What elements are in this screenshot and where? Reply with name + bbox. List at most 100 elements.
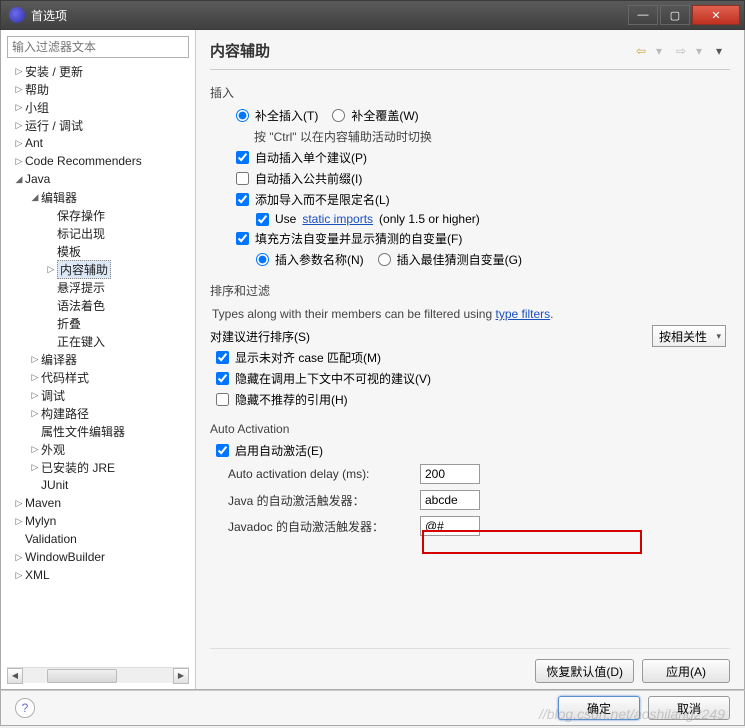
tree-item-label: 语法着色 (57, 297, 105, 314)
help-icon[interactable]: ? (15, 698, 35, 718)
tree-item[interactable]: ▷外观 (7, 440, 189, 458)
expand-icon[interactable]: ▷ (29, 372, 41, 383)
tree-item[interactable]: ▷构建路径 (7, 404, 189, 422)
sort-combo[interactable]: 按相关性 (652, 325, 726, 347)
java-trigger-input[interactable] (420, 490, 480, 510)
tree-item[interactable]: ◢编辑器 (7, 188, 189, 206)
tree-item[interactable]: ▷Validation (7, 530, 189, 548)
scroll-thumb[interactable] (47, 669, 117, 683)
tree-item[interactable]: ▷XML (7, 566, 189, 584)
show-camel-checkbox[interactable] (216, 351, 229, 364)
expand-icon[interactable]: ▷ (29, 408, 41, 419)
expand-icon[interactable]: ◢ (13, 174, 25, 185)
tree-item[interactable]: ▷折叠 (7, 314, 189, 332)
auto-insert-prefix-checkbox[interactable] (236, 172, 249, 185)
tree-item[interactable]: ▷已安装的 JRE (7, 458, 189, 476)
insert-param-names-radio[interactable] (256, 253, 269, 266)
insert-best-guess-radio[interactable] (378, 253, 391, 266)
cancel-button[interactable]: 取消 (648, 696, 730, 720)
insert-best-guess-label: 插入最佳猜测自变量(G) (397, 251, 522, 268)
tree-item[interactable]: ▷帮助 (7, 80, 189, 98)
insert-param-names-label: 插入参数名称(N) (275, 251, 364, 268)
tree-item[interactable]: ▷安装 / 更新 (7, 62, 189, 80)
maximize-button[interactable]: ▢ (660, 5, 690, 25)
restore-defaults-button[interactable]: 恢复默认值(D) (535, 659, 634, 683)
expand-icon[interactable]: ▷ (13, 120, 25, 131)
expand-icon[interactable]: ▷ (29, 390, 41, 401)
expand-icon[interactable]: ▷ (13, 156, 25, 167)
tree-item[interactable]: ▷JUnit (7, 476, 189, 494)
tree-item[interactable]: ▷语法着色 (7, 296, 189, 314)
expand-icon[interactable]: ▷ (29, 462, 41, 473)
fill-args-checkbox[interactable] (236, 232, 249, 245)
tree-item[interactable]: ◢Java (7, 170, 189, 188)
filter-input[interactable] (7, 36, 189, 58)
auto-insert-single-checkbox[interactable] (236, 151, 249, 164)
typefilter-post: . (550, 307, 553, 321)
tree-item[interactable]: ▷编译器 (7, 350, 189, 368)
tree-item[interactable]: ▷模板 (7, 242, 189, 260)
view-menu-icon[interactable]: ▾ (716, 44, 730, 58)
tree-item[interactable]: ▷运行 / 调试 (7, 116, 189, 134)
tree-item[interactable]: ▷标记出现 (7, 224, 189, 242)
completion-insert-radio[interactable] (236, 109, 249, 122)
tree-item[interactable]: ▷Mylyn (7, 512, 189, 530)
tree-item[interactable]: ▷正在键入 (7, 332, 189, 350)
javadoc-trigger-input[interactable] (420, 516, 480, 536)
ok-button[interactable]: 确定 (558, 696, 640, 720)
expand-icon[interactable]: ▷ (13, 516, 25, 527)
add-import-checkbox[interactable] (236, 193, 249, 206)
expand-icon[interactable]: ▷ (13, 102, 25, 113)
back-menu-icon[interactable]: ▾ (656, 44, 670, 58)
expand-icon[interactable]: ▷ (13, 570, 25, 581)
tree-item[interactable]: ▷悬浮提示 (7, 278, 189, 296)
expand-icon[interactable]: ◢ (29, 192, 41, 203)
tree-item[interactable]: ▷调试 (7, 386, 189, 404)
expand-icon[interactable]: ▷ (13, 498, 25, 509)
tree-item[interactable]: ▷WindowBuilder (7, 548, 189, 566)
minimize-button[interactable]: — (628, 5, 658, 25)
expand-icon[interactable]: ▷ (29, 444, 41, 455)
tree-item[interactable]: ▷Ant (7, 134, 189, 152)
expand-icon[interactable]: ▷ (29, 354, 41, 365)
tree-item-label: 已安装的 JRE (41, 459, 115, 476)
static-imports-link[interactable]: static imports (302, 212, 373, 226)
hide-deprecated-checkbox[interactable] (216, 393, 229, 406)
tree-item-label: Ant (25, 136, 43, 150)
static-imports-checkbox[interactable] (256, 213, 269, 226)
tree-hscroll[interactable]: ◀ ▶ (7, 667, 189, 683)
typefilter-link[interactable]: type filters (495, 307, 550, 321)
tree-item-label: 正在键入 (57, 333, 105, 350)
tree-item[interactable]: ▷保存操作 (7, 206, 189, 224)
expand-icon[interactable]: ▷ (45, 264, 57, 275)
close-button[interactable]: ✕ (692, 5, 740, 25)
tree-item[interactable]: ▷代码样式 (7, 368, 189, 386)
expand-icon[interactable]: ▷ (13, 552, 25, 563)
tree-item-label: Mylyn (25, 514, 56, 528)
scroll-right-button[interactable]: ▶ (173, 668, 189, 684)
completion-overwrite-radio[interactable] (332, 109, 345, 122)
forward-icon[interactable]: ⇨ (676, 44, 690, 58)
tree-item[interactable]: ▷Maven (7, 494, 189, 512)
apply-button[interactable]: 应用(A) (642, 659, 730, 683)
hide-invisible-checkbox[interactable] (216, 372, 229, 385)
tree-item[interactable]: ▷小组 (7, 98, 189, 116)
preference-tree[interactable]: ▷安装 / 更新▷帮助▷小组▷运行 / 调试▷Ant▷Code Recommen… (7, 58, 189, 667)
tree-item[interactable]: ▷属性文件编辑器 (7, 422, 189, 440)
expand-icon[interactable]: ▷ (13, 84, 25, 95)
delay-input[interactable] (420, 464, 480, 484)
app-icon (9, 7, 25, 23)
enable-auto-checkbox[interactable] (216, 444, 229, 457)
tree-item-label: 折叠 (57, 315, 81, 332)
tree-item-label: 调试 (41, 387, 65, 404)
tree-item[interactable]: ▷Code Recommenders (7, 152, 189, 170)
back-icon[interactable]: ⇦ (636, 44, 650, 58)
tree-item-label: 编译器 (41, 351, 77, 368)
expand-icon[interactable]: ▷ (13, 138, 25, 149)
static-imports-pre: Use (275, 212, 296, 226)
expand-icon[interactable]: ▷ (13, 66, 25, 77)
tree-item[interactable]: ▷内容辅助 (7, 260, 189, 278)
tree-item-label: 标记出现 (57, 225, 105, 242)
forward-menu-icon[interactable]: ▾ (696, 44, 710, 58)
scroll-left-button[interactable]: ◀ (7, 668, 23, 684)
